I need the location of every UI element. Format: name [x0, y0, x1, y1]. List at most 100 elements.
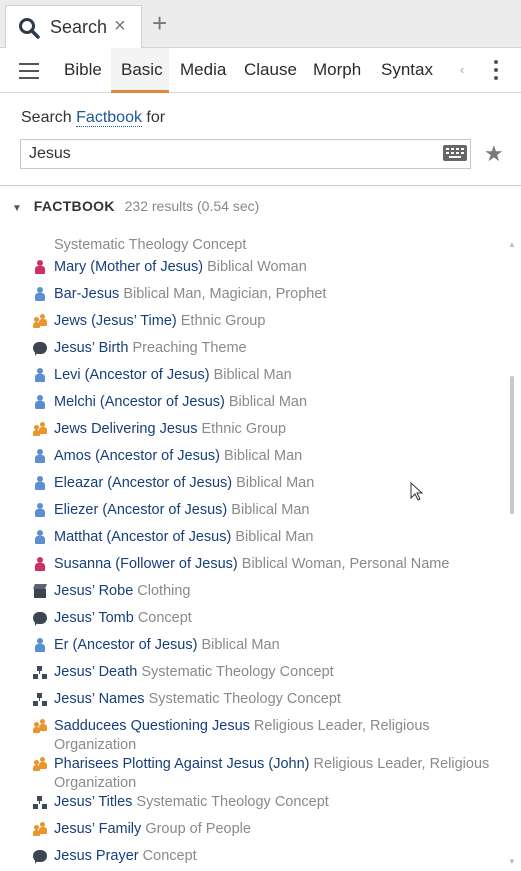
man-icon — [33, 476, 47, 490]
search-suffix: for — [146, 109, 166, 126]
tab-label: Search — [50, 17, 108, 37]
result-text: Mary (Mother of Jesus) Biblical Woman — [54, 258, 494, 277]
group-icon — [33, 822, 47, 836]
scroll-down-icon[interactable]: ▼ — [508, 857, 516, 866]
result-kind: Group of People — [145, 821, 251, 837]
result-title[interactable]: Jews Delivering Jesus — [54, 421, 197, 437]
tab-bible[interactable]: Bible — [64, 60, 102, 80]
man-icon — [33, 287, 47, 301]
new-tab-button[interactable]: + — [152, 10, 167, 36]
divider — [0, 185, 521, 186]
result-title[interactable]: Jesus’ Tomb — [54, 610, 134, 626]
result-text: Matthat (Ancestor of Jesus) Biblical Man — [54, 528, 494, 547]
hierarchy-icon — [33, 692, 47, 706]
speech-bubble-icon — [33, 849, 47, 864]
results-list: Systematic Theology Concept Mary (Mother… — [0, 233, 510, 871]
factbook-section-header[interactable]: ▼ FACTBOOK 232 results (0.54 sec) — [12, 198, 259, 214]
result-title[interactable]: Bar-Jesus — [54, 286, 119, 302]
close-tab-icon[interactable]: × — [114, 15, 126, 38]
result-kind: Ethnic Group — [180, 313, 266, 329]
tab-basic[interactable]: Basic — [121, 60, 163, 80]
star-icon[interactable]: ★ — [484, 141, 504, 167]
result-text: Jesus’ Titles Systematic Theology Concep… — [54, 793, 494, 812]
tab-search[interactable]: Search × — [5, 5, 142, 49]
search-input[interactable] — [20, 139, 471, 169]
result-text: Jesus’ Tomb Concept — [54, 609, 494, 628]
result-text: Melchi (Ancestor of Jesus) Biblical Man — [54, 393, 494, 412]
result-kind: Ethnic Group — [201, 421, 287, 437]
result-kind: Biblical Woman, Personal Name — [241, 556, 450, 572]
box-icon — [33, 584, 47, 598]
result-title[interactable]: Pharisees Plotting Against Jesus (John) — [54, 756, 310, 772]
result-text: Susanna (Follower of Jesus) Biblical Wom… — [54, 555, 494, 574]
man-icon — [33, 530, 47, 544]
result-title[interactable]: Sadducees Questioning Jesus — [54, 718, 250, 734]
result-kind: Biblical Man — [228, 394, 308, 410]
result-text: Eleazar (Ancestor of Jesus) Biblical Man — [54, 474, 494, 493]
result-text: Jews Delivering Jesus Ethnic Group — [54, 420, 494, 439]
tab-syntax[interactable]: Syntax — [381, 60, 433, 80]
scrollbar-thumb[interactable] — [510, 376, 514, 514]
group-icon — [33, 757, 47, 771]
result-kind: Concept — [137, 610, 192, 626]
result-kind: Systematic Theology Concept — [148, 691, 341, 707]
result-kind: Clothing — [137, 583, 191, 599]
man-icon — [33, 395, 47, 409]
result-title[interactable]: Eliezer (Ancestor of Jesus) — [54, 502, 227, 518]
hierarchy-icon — [33, 665, 47, 679]
result-kind: Biblical Woman — [207, 259, 307, 275]
result-title[interactable]: Amos (Ancestor of Jesus) — [54, 448, 220, 464]
group-icon — [33, 719, 47, 733]
result-kind: Biblical Man — [201, 637, 280, 653]
result-title[interactable]: Melchi (Ancestor of Jesus) — [54, 394, 225, 410]
result-title[interactable]: Jesus’ Death — [54, 664, 137, 680]
result-text: Jesus’ Robe Clothing — [54, 582, 494, 601]
result-text: Er (Ancestor of Jesus) Biblical Man — [54, 636, 494, 655]
result-title[interactable]: Jesus’ Titles — [54, 794, 132, 810]
group-icon — [33, 314, 47, 328]
collapse-caret-icon[interactable]: ▼ — [12, 203, 22, 214]
result-title[interactable]: Jesus’ Birth — [54, 340, 128, 356]
result-text: Jesus’ Family Group of People — [54, 820, 494, 839]
result-title[interactable]: Jesus Prayer — [54, 848, 139, 864]
result-count: 232 results (0.54 sec) — [124, 198, 260, 214]
man-icon — [33, 638, 47, 652]
scroll-up-icon[interactable]: ▲ — [508, 240, 516, 249]
speech-bubble-icon — [33, 341, 47, 356]
man-icon — [33, 449, 47, 463]
result-title[interactable]: Levi (Ancestor of Jesus) — [54, 367, 210, 383]
result-title[interactable]: Susanna (Follower of Jesus) — [54, 556, 238, 572]
result-text: Jesus’ Birth Preaching Theme — [54, 339, 494, 358]
result-kind: Biblical Man — [235, 529, 314, 545]
tab-morph[interactable]: Morph — [313, 60, 361, 80]
scroll-tabs-left-icon[interactable]: ‹ — [460, 62, 464, 77]
result-text: Levi (Ancestor of Jesus) Biblical Man — [54, 366, 494, 385]
tab-media[interactable]: Media — [180, 60, 226, 80]
search-icon — [19, 18, 40, 39]
result-title[interactable]: Er (Ancestor of Jesus) — [54, 637, 197, 653]
result-text: Jews (Jesus’ Time) Ethnic Group — [54, 312, 494, 331]
result-kind: Preaching Theme — [132, 340, 247, 356]
result-title[interactable]: Jews (Jesus’ Time) — [54, 313, 177, 329]
search-scope-label: Search Factbook for — [21, 109, 165, 127]
result-title[interactable]: Jesus’ Robe — [54, 583, 133, 599]
man-icon — [33, 368, 47, 382]
result-title[interactable]: Matthat (Ancestor of Jesus) — [54, 529, 231, 545]
result-text: Amos (Ancestor of Jesus) Biblical Man — [54, 447, 494, 466]
more-options-icon[interactable] — [494, 60, 500, 84]
result-text: Sadducees Questioning Jesus Religious Le… — [54, 717, 494, 755]
tab-clause[interactable]: Clause — [244, 60, 297, 80]
menu-icon[interactable] — [19, 63, 39, 79]
group-icon — [33, 422, 47, 436]
hierarchy-icon — [33, 795, 47, 809]
keyboard-icon[interactable] — [443, 145, 467, 161]
result-title[interactable]: Jesus’ Names — [54, 691, 145, 707]
speech-bubble-icon — [33, 611, 47, 626]
clipped-result-kind: Systematic Theology Concept — [54, 237, 247, 253]
result-title[interactable]: Jesus’ Family — [54, 821, 141, 837]
result-title[interactable]: Eleazar (Ancestor of Jesus) — [54, 475, 232, 491]
tab-strip: Search × + — [0, 0, 521, 49]
result-title[interactable]: Mary (Mother of Jesus) — [54, 259, 203, 275]
scope-link[interactable]: Factbook — [76, 109, 142, 127]
mouse-cursor-icon — [410, 482, 424, 501]
